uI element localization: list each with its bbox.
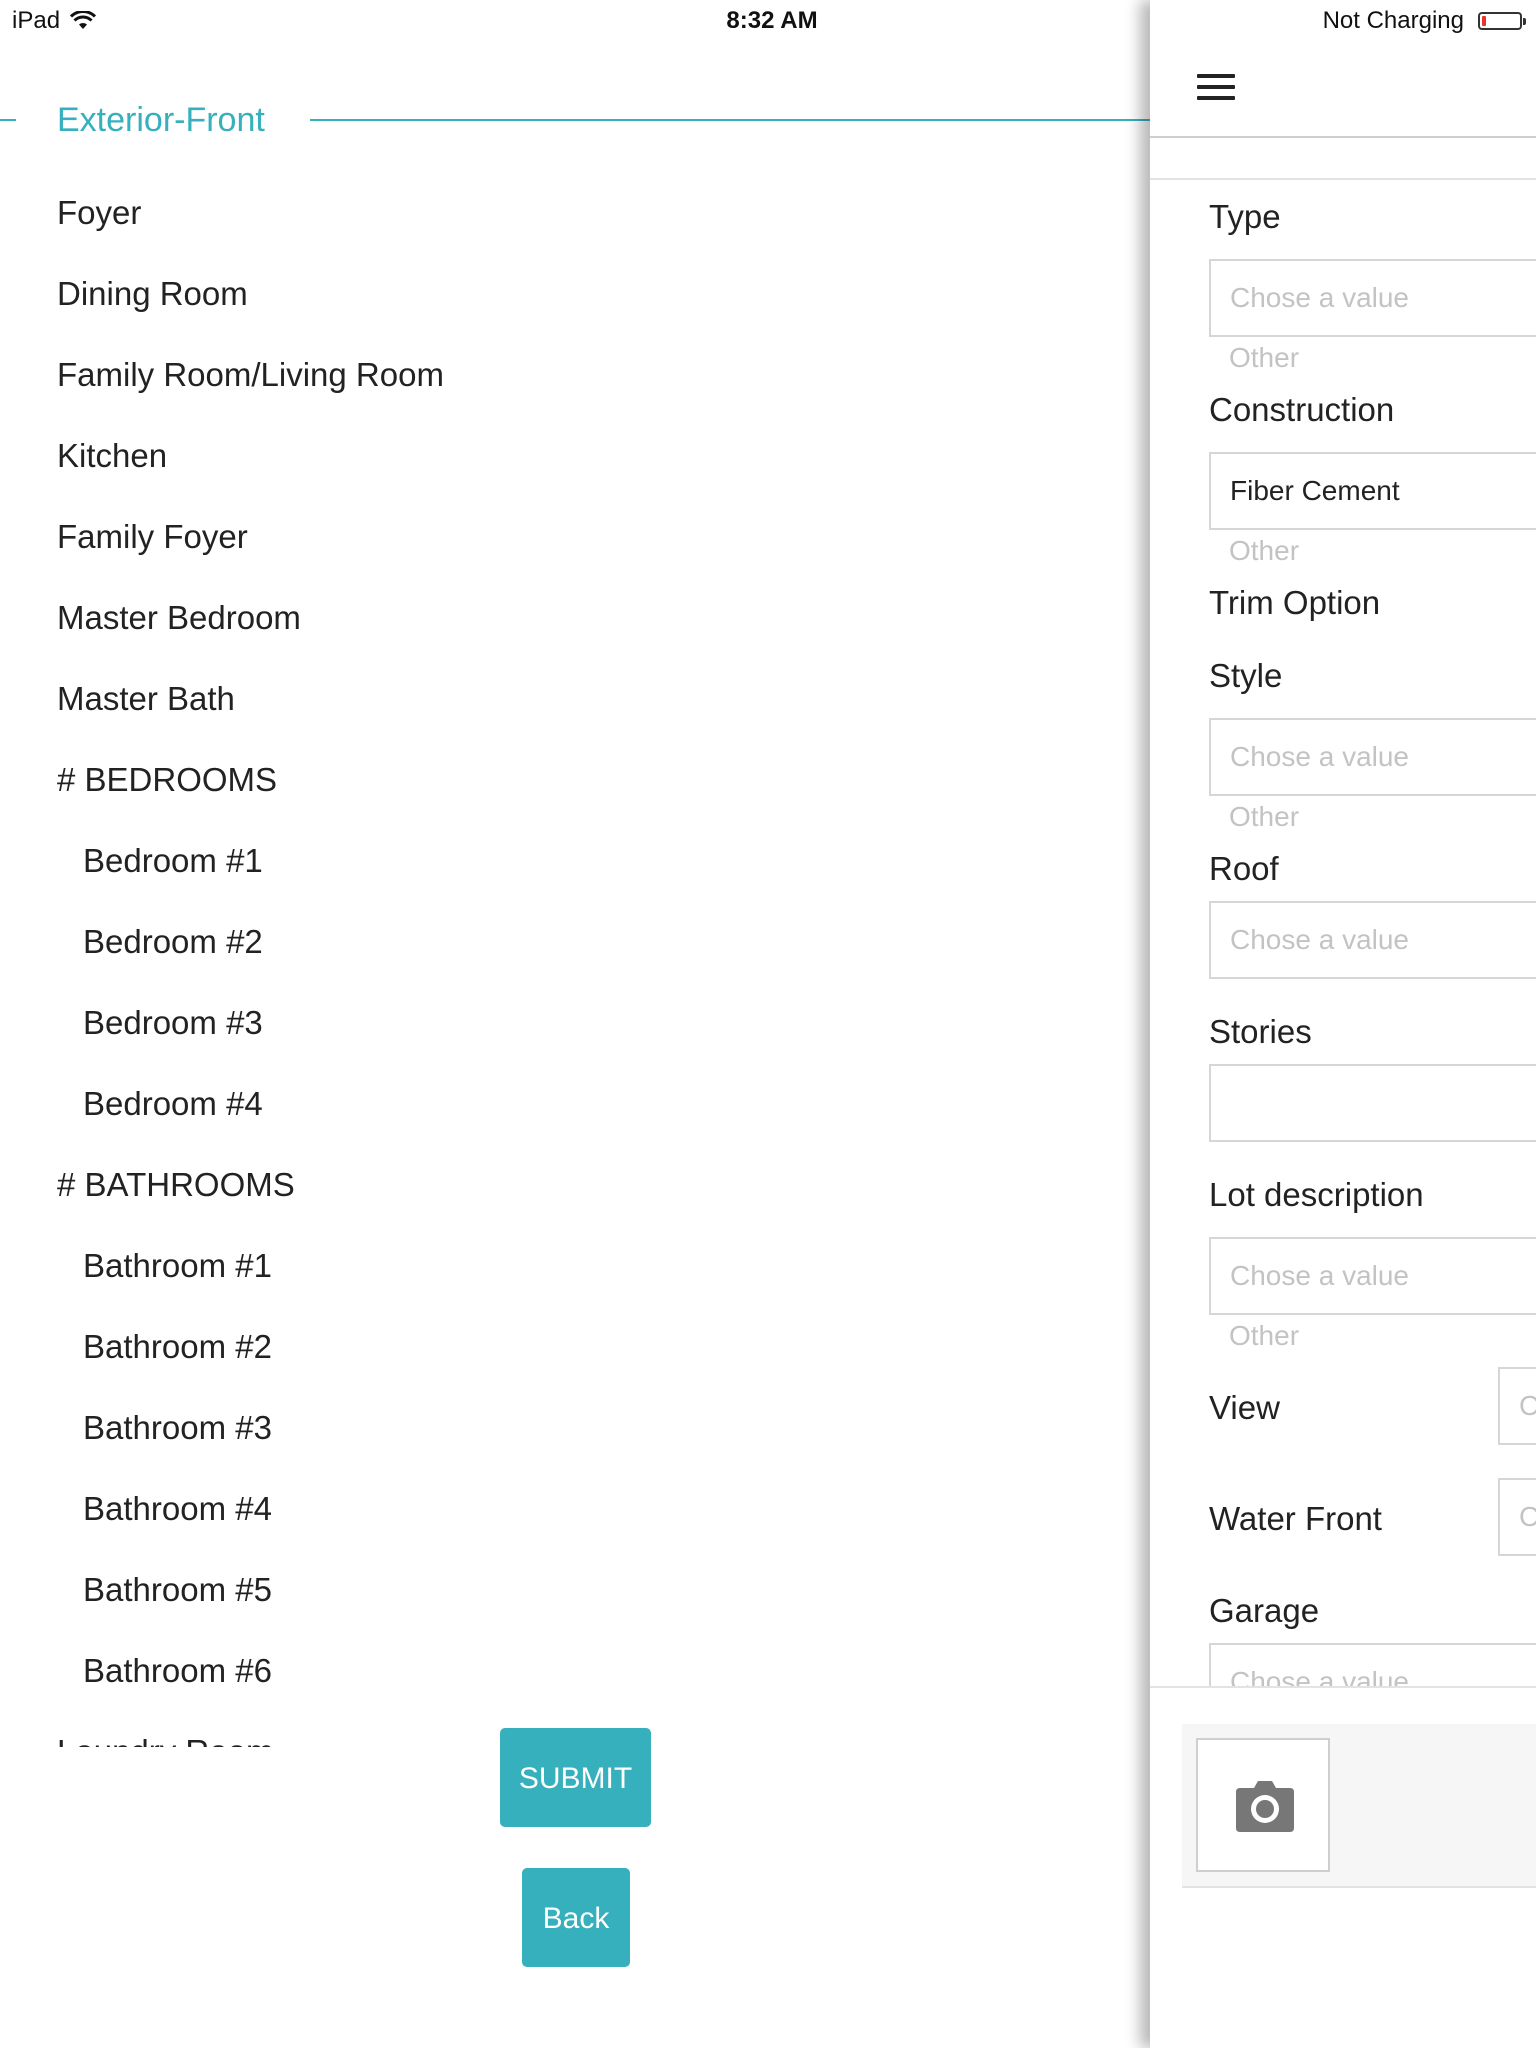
lot-description-placeholder: Chose a value: [1230, 1260, 1410, 1291]
garage-label: Garage: [1209, 1592, 1320, 1629]
room-navigation-pane: Exterior-Front Foyer Dining Room Family Ro…: [0, 40, 1150, 2048]
camera-icon: [1236, 1781, 1294, 1832]
construction-value: Fiber Cement: [1230, 475, 1400, 506]
room-list-item[interactable]: Family Room/Living Room: [0, 334, 1150, 415]
type-placeholder: Chose a value: [1230, 282, 1410, 313]
roof-label: Roof: [1209, 850, 1279, 887]
style-select[interactable]: Chose a value: [1209, 718, 1536, 796]
garage-placeholder: Chose a value: [1230, 1666, 1410, 1688]
view-select[interactable]: C: [1498, 1367, 1536, 1445]
property-details-drawer: Type Chose a value Other Construction Fi…: [1150, 0, 1536, 2048]
room-list-item[interactable]: Bedroom #4: [0, 1063, 1150, 1144]
room-list-item[interactable]: Family Foyer: [0, 496, 1150, 577]
lot-description-other-field[interactable]: Other: [1229, 1320, 1299, 1352]
roof-placeholder: Chose a value: [1230, 924, 1410, 955]
room-list-item[interactable]: Bathroom #6: [0, 1630, 1150, 1711]
construction-other-field[interactable]: Other: [1229, 535, 1299, 567]
construction-select[interactable]: Fiber Cement: [1209, 452, 1536, 530]
status-time: 8:32 AM: [726, 7, 818, 34]
water-front-placeholder: C: [1519, 1480, 1536, 1554]
view-placeholder: C: [1519, 1369, 1536, 1443]
room-list-item[interactable]: Bedroom #2: [0, 901, 1150, 982]
section-divider-left: [0, 119, 16, 121]
trim-option-label: Trim Option: [1209, 584, 1381, 621]
status-right: Not Charging: [1322, 7, 1526, 35]
garage-select[interactable]: Chose a value: [1209, 1643, 1536, 1688]
details-form[interactable]: Type Chose a value Other Construction Fi…: [1150, 178, 1536, 1688]
type-label: Type: [1209, 198, 1281, 235]
type-select[interactable]: Chose a value: [1209, 259, 1536, 337]
room-list-item[interactable]: Bedroom #1: [0, 820, 1150, 901]
submit-button[interactable]: SUBMIT: [500, 1728, 651, 1827]
lot-description-label: Lot description: [1209, 1176, 1424, 1213]
lot-description-select[interactable]: Chose a value: [1209, 1237, 1536, 1315]
type-other-field[interactable]: Other: [1229, 342, 1299, 374]
roof-select[interactable]: Chose a value: [1209, 901, 1536, 979]
stories-label: Stories: [1209, 1013, 1312, 1050]
battery-level: [1482, 16, 1486, 26]
room-list-item[interactable]: Master Bath: [0, 658, 1150, 739]
hamburger-icon[interactable]: [1197, 74, 1235, 100]
battery-status-text: Not Charging: [1322, 7, 1464, 34]
style-label: Style: [1209, 657, 1283, 694]
room-list-item[interactable]: Bathroom #2: [0, 1306, 1150, 1387]
room-list-item[interactable]: # BEDROOMS: [0, 739, 1150, 820]
room-list-item[interactable]: Master Bedroom: [0, 577, 1150, 658]
style-placeholder: Chose a value: [1230, 741, 1410, 772]
construction-label: Construction: [1209, 391, 1395, 428]
drawer-header: [1150, 40, 1536, 138]
room-list-item[interactable]: Bathroom #3: [0, 1387, 1150, 1468]
section-divider-right: [310, 119, 1150, 121]
room-list-item[interactable]: Foyer: [0, 172, 1150, 253]
stories-input[interactable]: [1209, 1064, 1536, 1142]
room-list-item[interactable]: Dining Room: [0, 253, 1150, 334]
status-bar: iPad 8:32 AM Not Charging: [0, 0, 1536, 40]
section-title[interactable]: Exterior-Front: [57, 100, 265, 140]
style-other-field[interactable]: Other: [1229, 801, 1299, 833]
room-list-item[interactable]: Bathroom #5: [0, 1549, 1150, 1630]
room-list: Foyer Dining Room Family Room/Living Room K…: [0, 172, 1150, 1747]
water-front-label: Water Front: [1209, 1500, 1382, 1537]
app-screen: iPad 8:32 AM Not Charging Exterior-Front…: [0, 0, 1536, 2048]
room-list-item[interactable]: Bedroom #3: [0, 982, 1150, 1063]
photo-strip: [1182, 1724, 1536, 1888]
view-label: View: [1209, 1389, 1280, 1426]
room-list-item[interactable]: Kitchen: [0, 415, 1150, 496]
back-button[interactable]: Back: [522, 1868, 630, 1967]
room-list-item[interactable]: # BATHROOMS: [0, 1144, 1150, 1225]
room-list-item[interactable]: Bathroom #1: [0, 1225, 1150, 1306]
water-front-select[interactable]: C: [1498, 1478, 1536, 1556]
add-photo-button[interactable]: [1196, 1738, 1330, 1872]
battery-icon: [1478, 12, 1526, 30]
room-list-item[interactable]: Bathroom #4: [0, 1468, 1150, 1549]
